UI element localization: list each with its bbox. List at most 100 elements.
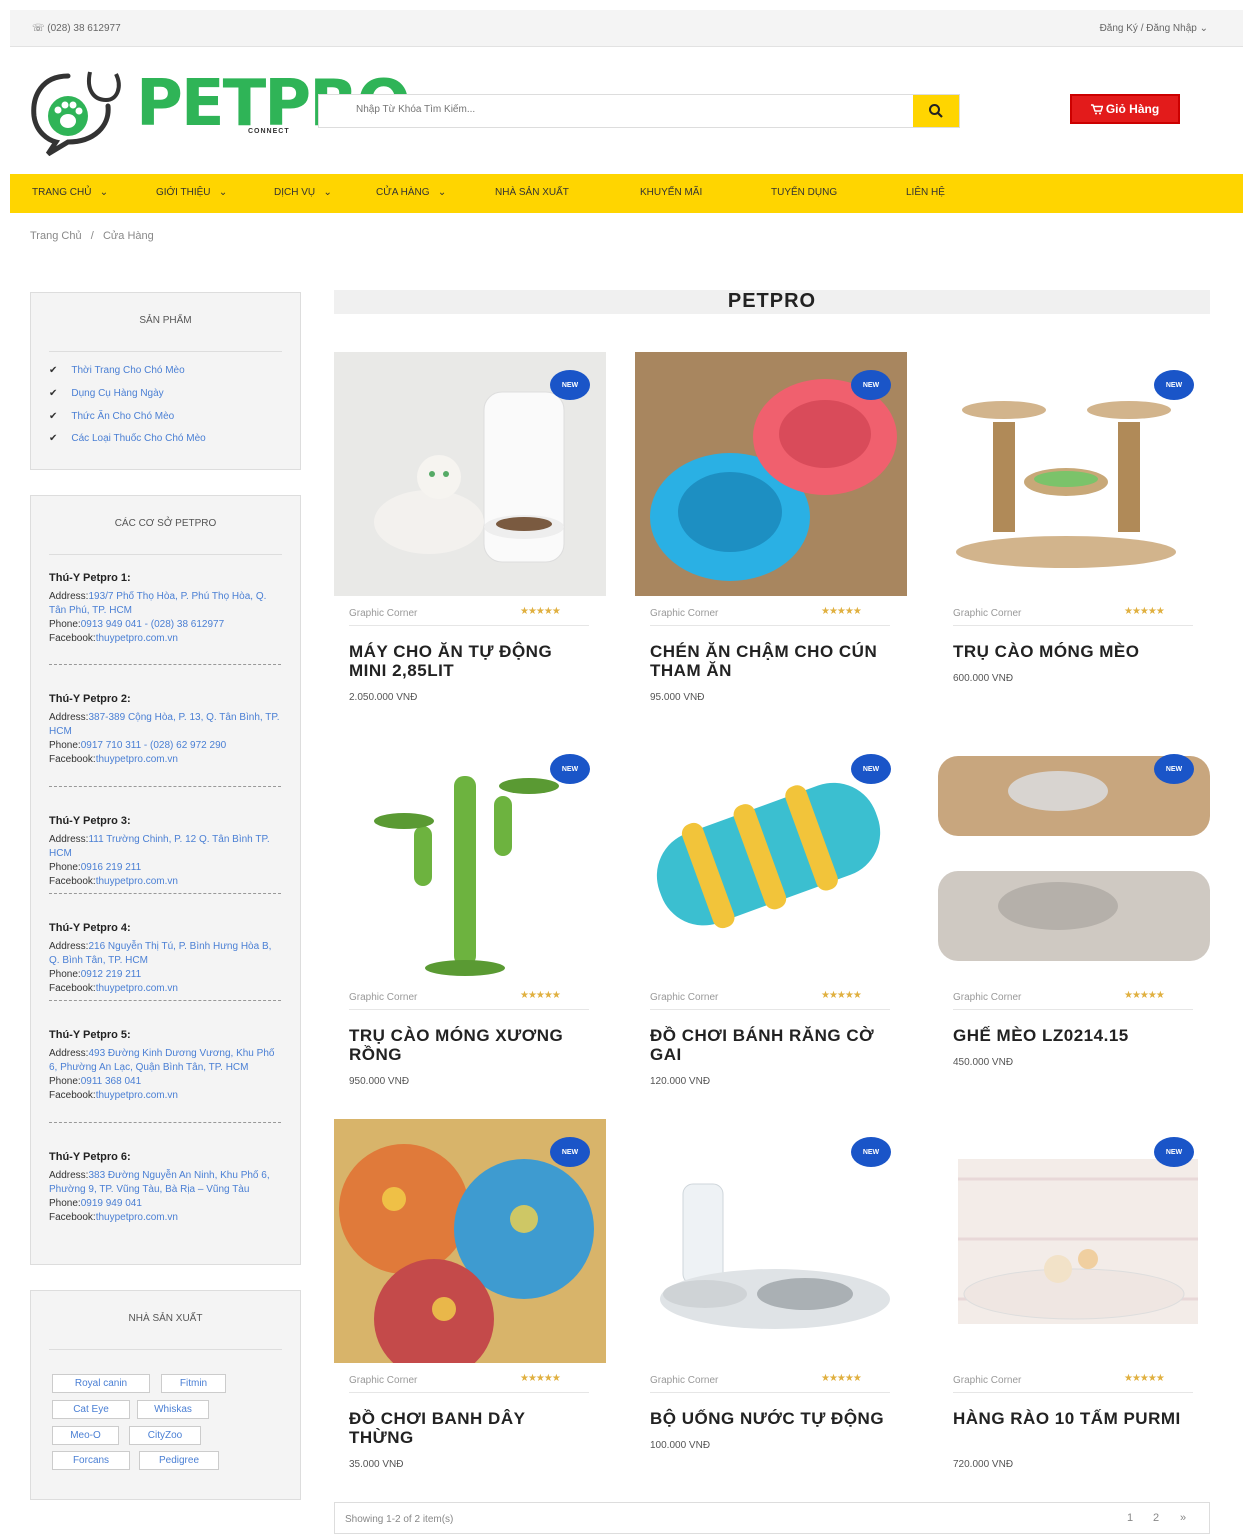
page-title: PETPRO (727, 290, 817, 312)
branch-phone[interactable]: 0917 710 311 - (028) 62 972 290 (81, 740, 227, 751)
cart-label: Giỏ Hàng (1105, 102, 1160, 116)
branch-phone[interactable]: 0916 219 211 (81, 862, 141, 873)
card-divider (349, 1009, 589, 1010)
categories-title: Sản Phẩm (139, 315, 192, 326)
branch-phone[interactable]: 0912 219 211 (81, 969, 141, 980)
nav-item-manufacturers[interactable]: Nhà Sản Xuất (495, 187, 569, 198)
product-price: 120.000 VNĐ (650, 1076, 711, 1087)
breadcrumb-home[interactable]: Trang Chủ (30, 230, 82, 242)
manufacturer-tag[interactable]: Meo-O (52, 1426, 119, 1445)
branch-divider (49, 1122, 281, 1124)
product-name[interactable]: Trụ Cào Móng Xương Rồng (349, 1026, 589, 1064)
search-button[interactable] (913, 95, 959, 127)
search-input[interactable] (354, 103, 898, 116)
manufacturer-tag[interactable]: Cat Eye (52, 1400, 130, 1419)
main-nav: Trang Chủ ⌄ Giới Thiệu ⌄ Dịch Vụ ⌄ Cửa H… (10, 174, 1243, 213)
product-price: 2.050.000 VNĐ (349, 692, 418, 703)
category-item[interactable]: ✔ Dụng Cụ Hàng Ngày (49, 388, 164, 399)
product-name[interactable]: Máy Cho Ăn Tự Động Mini 2,85lit (349, 642, 589, 680)
branch-divider (49, 1000, 281, 1002)
new-badge: NEW (1154, 370, 1194, 400)
category-item[interactable]: ✔ Thời Trang Cho Chó Mèo (49, 365, 185, 376)
nav-item-home[interactable]: Trang Chủ ⌄ (32, 187, 108, 198)
new-badge: NEW (851, 370, 891, 400)
rating-stars: ★★★★★ (520, 606, 561, 617)
results-count: Showing 1-2 of 2 item(s) (345, 1514, 454, 1525)
branch-facebook-link[interactable]: thuypetpro.com.vn (96, 633, 178, 644)
nav-item-contact[interactable]: Liên Hệ (906, 187, 945, 198)
pagination-bar: Showing 1-2 of 2 item(s) 1 2 » (334, 1502, 1210, 1534)
rating-stars: ★★★★★ (520, 990, 561, 1001)
branch-divider (49, 786, 281, 788)
product-name[interactable]: Hàng Rào 10 Tấm Purmi (953, 1409, 1193, 1428)
facebook-label: Facebook: (49, 1212, 96, 1223)
new-badge: NEW (550, 754, 590, 784)
product-name[interactable]: Đồ Chơi Bánh Răng Cờ Gai (650, 1026, 890, 1064)
branch-phone[interactable]: 0919 949 041 (81, 1198, 142, 1209)
facebook-label: Facebook: (49, 876, 96, 887)
page-link-2[interactable]: 2 (1153, 1512, 1159, 1524)
product-brand: Graphic Corner (953, 1375, 1022, 1386)
manufacturer-tag[interactable]: Forcans (52, 1451, 130, 1470)
page-next[interactable]: » (1180, 1512, 1186, 1524)
sidebar-categories-panel: Sản Phẩm ✔ Thời Trang Cho Chó Mèo ✔ Dụng C… (30, 292, 301, 470)
site-logo[interactable]: PETPRO CONNECT (28, 64, 411, 156)
manufacturer-tag[interactable]: Royal canin (52, 1374, 150, 1393)
manufacturer-tag[interactable]: Pedigree (139, 1451, 219, 1470)
product-name[interactable]: Đồ Chơi Banh Dây Thừng (349, 1409, 589, 1447)
login-register-link[interactable]: Đăng Ký / Đăng Nhập ⌄ (1100, 23, 1208, 34)
branch-facebook-link[interactable]: thuypetpro.com.vn (96, 754, 178, 765)
branch-facebook-link[interactable]: thuypetpro.com.vn (96, 1212, 178, 1223)
nav-item-promotions[interactable]: Khuyến Mãi (640, 187, 702, 198)
manufacturer-tag[interactable]: Whiskas (137, 1400, 209, 1419)
branch-info: Thú-Y Petpro 5: Address:493 Đường Kinh Dư… (49, 1028, 283, 1103)
product-price: 100.000 VNĐ (650, 1440, 711, 1451)
page-link-1[interactable]: 1 (1127, 1512, 1133, 1524)
product-name[interactable]: Trụ Cào Móng Mèo (953, 642, 1193, 661)
product-price: 720.000 VNĐ (953, 1459, 1014, 1470)
cart-button[interactable]: Giỏ Hàng (1070, 94, 1180, 124)
nav-item-about[interactable]: Giới Thiệu ⌄ (156, 187, 227, 198)
sidebar-branches-panel: Các Cơ Sở PETPRO Thú-Y Petpro 1: Address:… (30, 495, 301, 1265)
category-item[interactable]: ✔ Các Loại Thuốc Cho Chó Mèo (49, 433, 206, 444)
manufacturer-tag[interactable]: Fitmin (161, 1374, 226, 1393)
product-name[interactable]: Chén Ăn Chậm Cho Cún Tham Ăn (650, 642, 890, 680)
product-price: 450.000 VNĐ (953, 1057, 1014, 1068)
branch-info: Thú-Y Petpro 4: Address:216 Nguyễn Thị Tú… (49, 921, 283, 996)
nav-item-store[interactable]: Cửa Hàng ⌄ (376, 187, 446, 198)
check-icon: ✔ (49, 365, 58, 376)
product-name[interactable]: Bộ Uống Nước Tự Động (650, 1409, 890, 1428)
phone-label: Phone: (49, 1198, 81, 1209)
rating-stars: ★★★★★ (821, 1373, 862, 1384)
address-label: Address: (49, 591, 89, 602)
branch-phone[interactable]: 0911 368 041 (81, 1076, 141, 1087)
card-divider (953, 625, 1193, 626)
branch-info: Thú-Y Petpro 2: Address:387-389 Cộng Hòa,… (49, 692, 283, 767)
branch-facebook-link[interactable]: thuypetpro.com.vn (96, 1090, 178, 1101)
rating-stars: ★★★★★ (821, 990, 862, 1001)
category-item[interactable]: ✔ Thức Ăn Cho Chó Mèo (49, 411, 174, 422)
nav-item-careers[interactable]: Tuyển Dụng (771, 187, 837, 198)
product-name[interactable]: Ghế Mèo LZ0214.15 (953, 1026, 1193, 1045)
phone-label: Phone: (49, 740, 81, 751)
product-brand: Graphic Corner (349, 608, 418, 619)
breadcrumb: Trang Chủ / Cửa Hàng (30, 230, 154, 242)
check-icon: ✔ (49, 411, 58, 422)
product-brand: Graphic Corner (650, 608, 719, 619)
phone-label: Phone: (49, 619, 81, 630)
branch-phone[interactable]: 0913 949 041 - (028) 38 612977 (81, 619, 224, 630)
branch-info: Thú-Y Petpro 6: Address:383 Đường Nguyễn … (49, 1150, 283, 1225)
branch-facebook-link[interactable]: thuypetpro.com.vn (96, 983, 178, 994)
nav-item-services[interactable]: Dịch Vụ ⌄ (274, 187, 332, 198)
address-label: Address: (49, 1170, 89, 1181)
facebook-label: Facebook: (49, 983, 96, 994)
check-icon: ✔ (49, 433, 58, 444)
new-badge: NEW (550, 1137, 590, 1167)
manufacturers-title: Nhà Sản Xuất (128, 1313, 203, 1324)
product-price: 600.000 VNĐ (953, 673, 1014, 684)
branch-facebook-link[interactable]: thuypetpro.com.vn (96, 876, 178, 887)
address-label: Address: (49, 1048, 89, 1059)
breadcrumb-current: Cửa Hàng (102, 230, 154, 242)
manufacturer-tag[interactable]: CityZoo (129, 1426, 201, 1445)
product-brand: Graphic Corner (650, 992, 719, 1003)
